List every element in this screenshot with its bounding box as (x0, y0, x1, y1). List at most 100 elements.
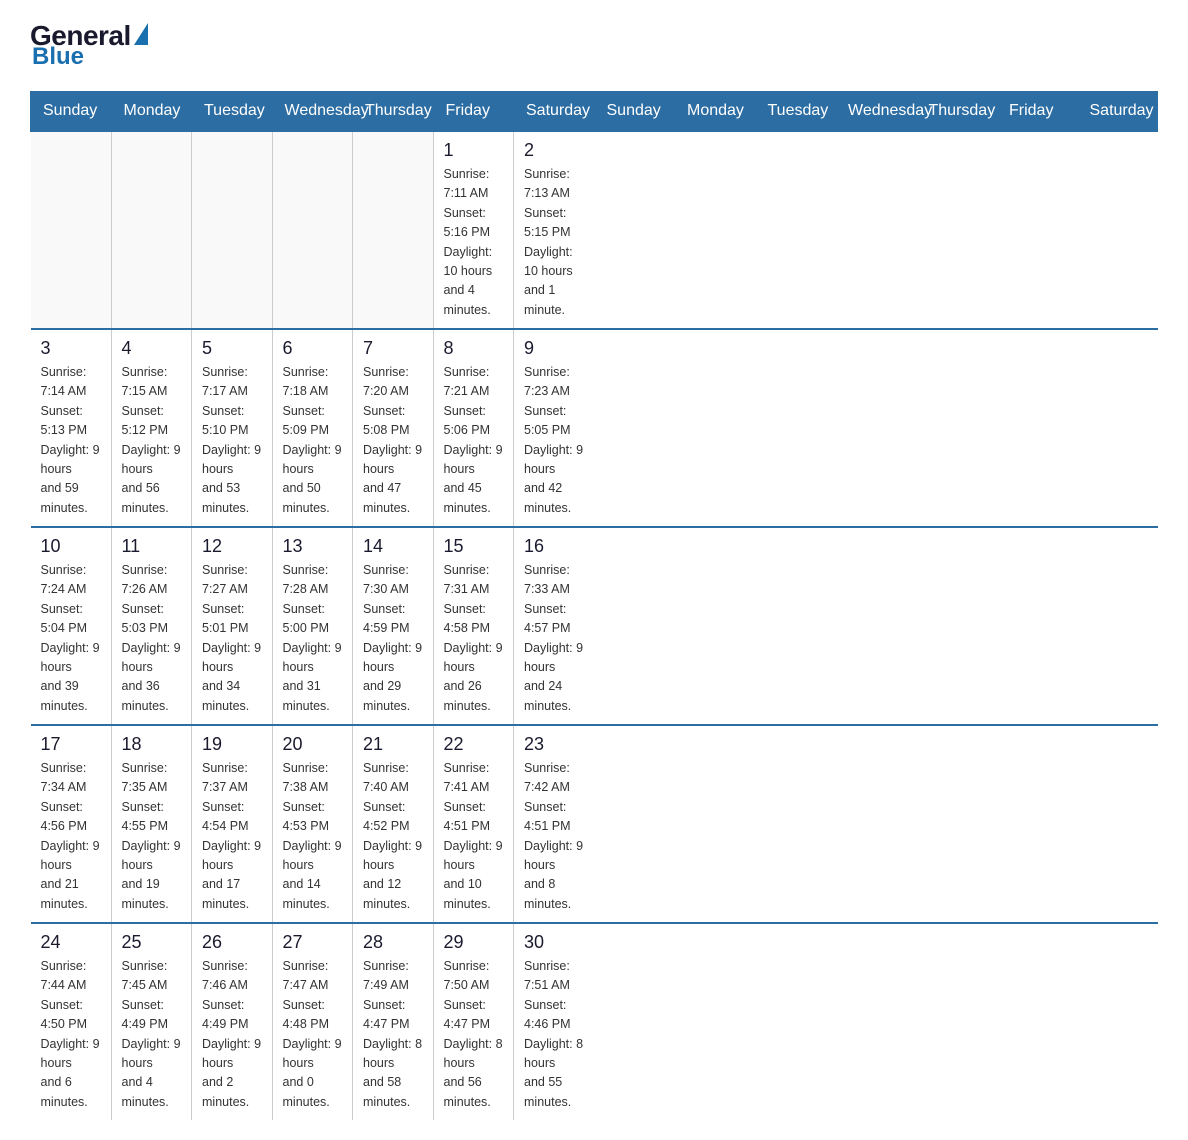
day-number: 29 (444, 932, 504, 953)
day-info: Sunrise: 7:51 AMSunset: 4:46 PMDaylight:… (524, 957, 584, 1112)
calendar-week-row: 1 Sunrise: 7:11 AMSunset: 5:16 PMDaylight… (31, 131, 1158, 329)
day-info: Sunrise: 7:31 AMSunset: 4:58 PMDaylight:… (444, 561, 504, 716)
day-info: Sunrise: 7:49 AMSunset: 4:47 PMDaylight:… (363, 957, 423, 1112)
day-info: Sunrise: 7:41 AMSunset: 4:51 PMDaylight:… (444, 759, 504, 914)
calendar-cell: 5 Sunrise: 7:17 AMSunset: 5:10 PMDaylight… (192, 329, 273, 527)
day-number: 24 (41, 932, 101, 953)
day-number: 18 (122, 734, 182, 755)
calendar-cell: 2Sunrise: 7:13 AMSunset: 5:15 PMDaylight… (514, 131, 595, 329)
day-info: Sunrise: 7:21 AMSunset: 5:06 PMDaylight:… (444, 363, 504, 518)
day-number: 1 (444, 140, 504, 161)
day-number: 15 (444, 536, 504, 557)
day-info: Sunrise: 7:23 AMSunset: 5:05 PMDaylight:… (524, 363, 584, 518)
day-number: 22 (444, 734, 504, 755)
calendar-week-row: 10 Sunrise: 7:24 AMSunset: 5:04 PMDayligh… (31, 527, 1158, 725)
day-number: 19 (202, 734, 262, 755)
calendar-cell: 8 Sunrise: 7:21 AMSunset: 5:06 PMDaylight… (433, 329, 514, 527)
calendar-cell: 15 Sunrise: 7:31 AMSunset: 4:58 PMDayligh… (433, 527, 514, 725)
calendar-cell: 9 Sunrise: 7:23 AMSunset: 5:05 PMDaylight… (514, 329, 595, 527)
day-number: 8 (444, 338, 504, 359)
day-header-wednesday: Wednesday (272, 92, 353, 132)
calendar-cell (111, 131, 192, 329)
day-header-thursday: Thursday (916, 92, 997, 132)
day-info: Sunrise: 7:14 AMSunset: 5:13 PMDaylight:… (41, 363, 101, 518)
day-info: Sunrise: 7:40 AMSunset: 4:52 PMDaylight:… (363, 759, 423, 914)
day-number: 27 (283, 932, 343, 953)
calendar-cell (192, 131, 273, 329)
calendar-cell: 25Sunrise: 7:45 AMSunset: 4:49 PMDayligh… (111, 923, 192, 1120)
day-header-tuesday: Tuesday (755, 92, 836, 132)
logo-blue-text: Blue (32, 43, 84, 71)
day-number: 28 (363, 932, 423, 953)
calendar-cell: 23 Sunrise: 7:42 AMSunset: 4:51 PMDayligh… (514, 725, 595, 923)
day-info: Sunrise: 7:17 AMSunset: 5:10 PMDaylight:… (202, 363, 262, 518)
day-info: Sunrise: 7:24 AMSunset: 5:04 PMDaylight:… (41, 561, 101, 716)
day-number: 10 (41, 536, 101, 557)
day-info: Sunrise: 7:18 AMSunset: 5:09 PMDaylight:… (283, 363, 343, 518)
day-info: Sunrise: 7:50 AMSunset: 4:47 PMDaylight:… (444, 957, 504, 1112)
calendar-cell (353, 131, 434, 329)
calendar-cell: 20Sunrise: 7:38 AMSunset: 4:53 PMDayligh… (272, 725, 353, 923)
calendar-cell: 27 Sunrise: 7:47 AMSunset: 4:48 PMDayligh… (272, 923, 353, 1120)
day-header-wednesday: Wednesday (836, 92, 917, 132)
calendar-cell: 11 Sunrise: 7:26 AMSunset: 5:03 PMDayligh… (111, 527, 192, 725)
day-info: Sunrise: 7:26 AMSunset: 5:03 PMDaylight:… (122, 561, 182, 716)
calendar-cell: 24Sunrise: 7:44 AMSunset: 4:50 PMDayligh… (31, 923, 112, 1120)
day-info: Sunrise: 7:33 AMSunset: 4:57 PMDaylight:… (524, 561, 584, 716)
day-info: Sunrise: 7:30 AMSunset: 4:59 PMDaylight:… (363, 561, 423, 716)
day-header-friday: Friday (997, 92, 1078, 132)
calendar-cell: 4 Sunrise: 7:15 AMSunset: 5:12 PMDaylight… (111, 329, 192, 527)
calendar-cell: 19Sunrise: 7:37 AMSunset: 4:54 PMDayligh… (192, 725, 273, 923)
day-number: 20 (283, 734, 343, 755)
day-number: 23 (524, 734, 584, 755)
calendar-cell: 3 Sunrise: 7:14 AMSunset: 5:13 PMDaylight… (31, 329, 112, 527)
calendar-cell: 16Sunrise: 7:33 AMSunset: 4:57 PMDayligh… (514, 527, 595, 725)
page-header: General Blue (30, 20, 1158, 71)
day-header-sunday: Sunday (594, 92, 675, 132)
day-info: Sunrise: 7:35 AMSunset: 4:55 PMDaylight:… (122, 759, 182, 914)
day-number: 4 (122, 338, 182, 359)
calendar-cell: 26 Sunrise: 7:46 AMSunset: 4:49 PMDayligh… (192, 923, 273, 1120)
day-number: 13 (283, 536, 343, 557)
day-info: Sunrise: 7:46 AMSunset: 4:49 PMDaylight:… (202, 957, 262, 1112)
day-number: 11 (122, 536, 182, 557)
calendar-cell: 13 Sunrise: 7:28 AMSunset: 5:00 PMDayligh… (272, 527, 353, 725)
day-info: Sunrise: 7:11 AMSunset: 5:16 PMDaylight:… (444, 165, 504, 320)
day-number: 5 (202, 338, 262, 359)
day-number: 21 (363, 734, 423, 755)
calendar-cell: 18 Sunrise: 7:35 AMSunset: 4:55 PMDayligh… (111, 725, 192, 923)
calendar-table: SundayMondayTuesdayWednesdayThursdayFrid… (30, 91, 1158, 1120)
calendar-cell: 21 Sunrise: 7:40 AMSunset: 4:52 PMDayligh… (353, 725, 434, 923)
calendar-cell: 14 Sunrise: 7:30 AMSunset: 4:59 PMDayligh… (353, 527, 434, 725)
day-number: 25 (122, 932, 182, 953)
day-header-friday: Friday (433, 92, 514, 132)
calendar-cell: 12Sunrise: 7:27 AMSunset: 5:01 PMDayligh… (192, 527, 273, 725)
day-number: 26 (202, 932, 262, 953)
day-number: 3 (41, 338, 101, 359)
calendar-header-row: SundayMondayTuesdayWednesdayThursdayFrid… (31, 92, 1158, 132)
calendar-cell: 28 Sunrise: 7:49 AMSunset: 4:47 PMDayligh… (353, 923, 434, 1120)
day-info: Sunrise: 7:34 AMSunset: 4:56 PMDaylight:… (41, 759, 101, 914)
day-info: Sunrise: 7:42 AMSunset: 4:51 PMDaylight:… (524, 759, 584, 914)
day-info: Sunrise: 7:27 AMSunset: 5:01 PMDaylight:… (202, 561, 262, 716)
day-number: 9 (524, 338, 584, 359)
calendar-cell: 17 Sunrise: 7:34 AMSunset: 4:56 PMDayligh… (31, 725, 112, 923)
calendar-cell: 10 Sunrise: 7:24 AMSunset: 5:04 PMDayligh… (31, 527, 112, 725)
day-number: 17 (41, 734, 101, 755)
calendar-cell (31, 131, 112, 329)
day-info: Sunrise: 7:20 AMSunset: 5:08 PMDaylight:… (363, 363, 423, 518)
day-info: Sunrise: 7:15 AMSunset: 5:12 PMDaylight:… (122, 363, 182, 518)
calendar-cell: 1 Sunrise: 7:11 AMSunset: 5:16 PMDaylight… (433, 131, 514, 329)
day-number: 14 (363, 536, 423, 557)
logo-triangle-icon (134, 23, 148, 45)
calendar-cell: 30 Sunrise: 7:51 AMSunset: 4:46 PMDayligh… (514, 923, 595, 1120)
calendar-cell: 29 Sunrise: 7:50 AMSunset: 4:47 PMDayligh… (433, 923, 514, 1120)
calendar-week-row: 17 Sunrise: 7:34 AMSunset: 4:56 PMDayligh… (31, 725, 1158, 923)
calendar-cell: 7Sunrise: 7:20 AMSunset: 5:08 PMDaylight… (353, 329, 434, 527)
day-number: 30 (524, 932, 584, 953)
day-number: 2 (524, 140, 584, 161)
day-info: Sunrise: 7:28 AMSunset: 5:00 PMDaylight:… (283, 561, 343, 716)
day-info: Sunrise: 7:47 AMSunset: 4:48 PMDaylight:… (283, 957, 343, 1112)
day-header-monday: Monday (111, 92, 192, 132)
calendar-week-row: 24Sunrise: 7:44 AMSunset: 4:50 PMDayligh… (31, 923, 1158, 1120)
